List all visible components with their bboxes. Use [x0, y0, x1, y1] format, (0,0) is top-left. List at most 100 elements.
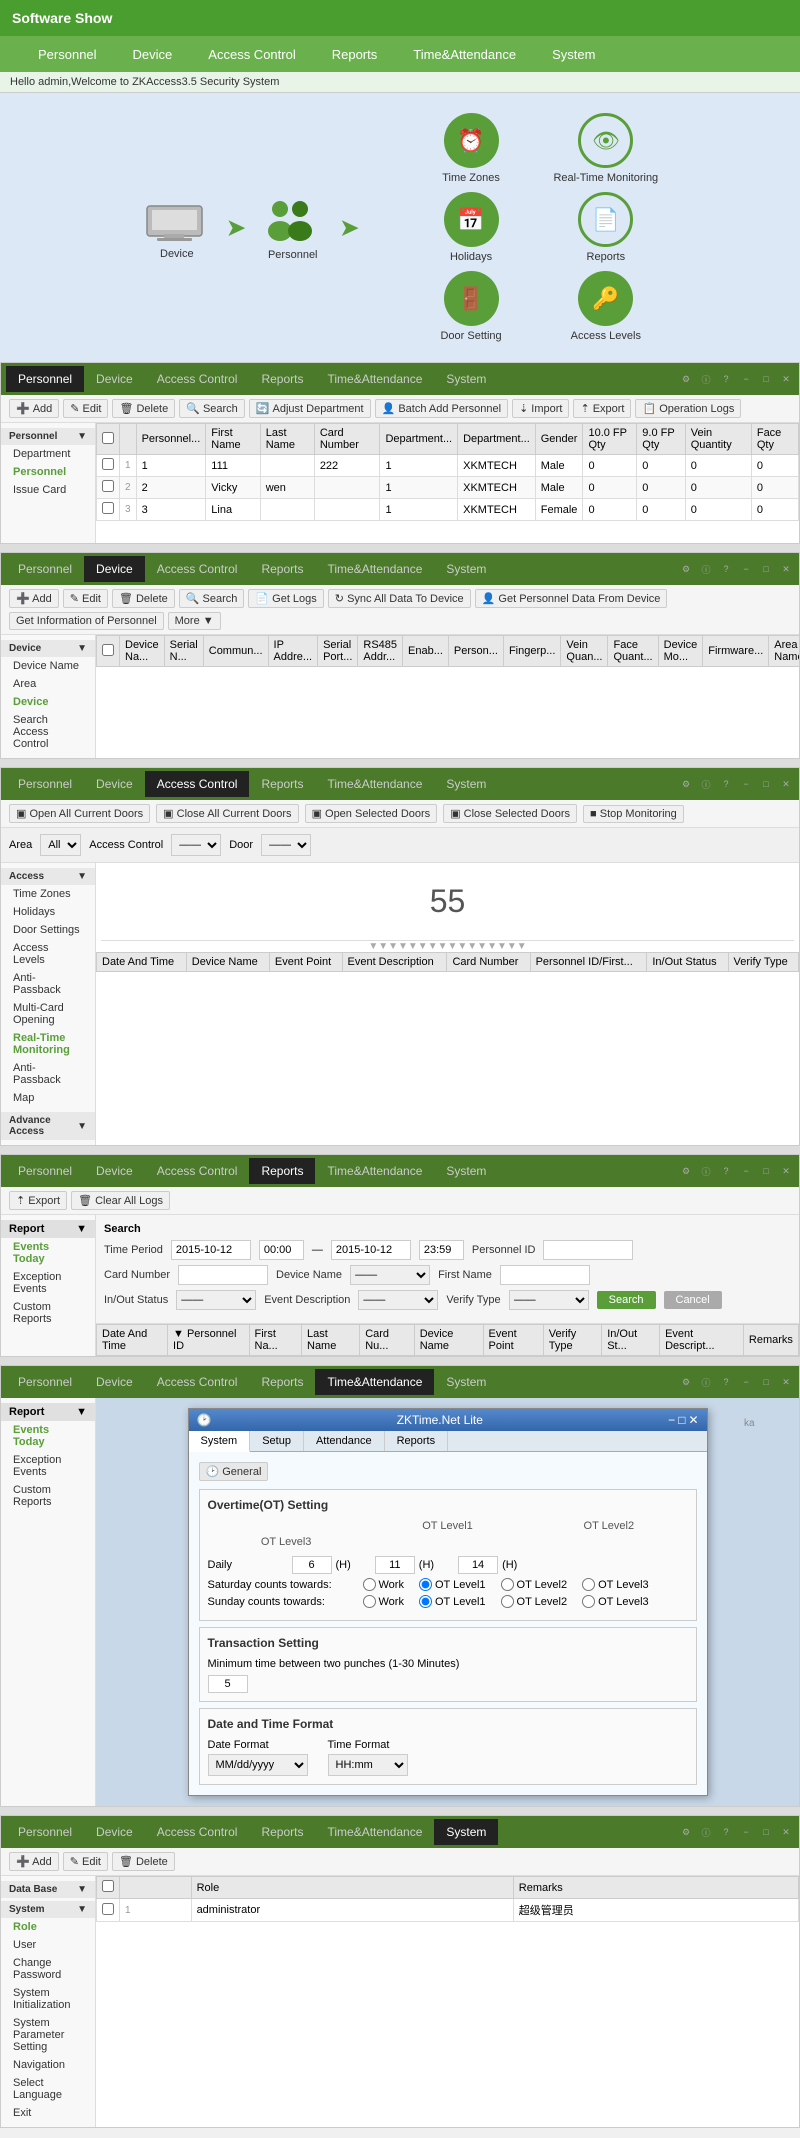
info-icon[interactable]: ⓘ [698, 1824, 714, 1840]
export-button[interactable]: ⇡ Export [573, 399, 631, 418]
col-area-name[interactable]: Area Name [769, 636, 799, 667]
sat-l2-option[interactable]: OT Level2 [501, 1578, 568, 1591]
get-info-button[interactable]: Get Information of Personnel [9, 612, 164, 630]
info-icon[interactable]: ⓘ [698, 776, 714, 792]
sun-l1-radio[interactable] [419, 1595, 432, 1608]
sync-all-button[interactable]: ↻ Sync All Data To Device [328, 589, 471, 608]
sidebar-report-section[interactable]: Report▼ [1, 1220, 95, 1238]
p5-tab-reports[interactable]: Reports [249, 1369, 315, 1395]
help-icon[interactable]: ? [718, 1163, 734, 1179]
popup-tab-reports[interactable]: Reports [385, 1431, 449, 1451]
popup-minimize[interactable]: − [668, 1413, 675, 1427]
more-button[interactable]: More ▼ [168, 612, 221, 630]
sidebar-item-exit[interactable]: Exit [1, 2104, 95, 2122]
col-event-desc[interactable]: Event Description [342, 953, 447, 972]
daily-l2-input[interactable] [375, 1556, 415, 1574]
p5-tab-ta[interactable]: Time&Attendance [315, 1369, 434, 1395]
popup-tab-setup[interactable]: Setup [250, 1431, 304, 1451]
p4-tab-personnel[interactable]: Personnel [6, 1158, 84, 1184]
col-remarks[interactable]: Remarks [743, 1325, 798, 1356]
sidebar-item-personnel[interactable]: Personnel [1, 463, 95, 481]
sidebar-advance-section[interactable]: Advance Access▼ [1, 1112, 95, 1140]
row-checkbox[interactable] [102, 480, 114, 492]
select-all-checkbox[interactable] [102, 644, 114, 656]
close-icon[interactable]: ✕ [778, 1163, 794, 1179]
p3-tab-access[interactable]: Access Control [145, 771, 250, 797]
minimize-icon[interactable]: − [738, 371, 754, 387]
p6-tab-personnel[interactable]: Personnel [6, 1819, 84, 1845]
close-icon[interactable]: ✕ [778, 1824, 794, 1840]
settings-icon[interactable]: ⚙ [678, 371, 694, 387]
help-icon[interactable]: ? [718, 1374, 734, 1390]
nav-personnel[interactable]: Personnel [20, 39, 115, 70]
sidebar-device-section[interactable]: Device▼ [1, 640, 95, 657]
col-event-desc[interactable]: Event Descript... [660, 1325, 744, 1356]
sidebar-item-events-today[interactable]: Events Today [1, 1238, 95, 1268]
sun-l3-option[interactable]: OT Level3 [582, 1595, 649, 1608]
col-device-name[interactable]: Device Name [186, 953, 269, 972]
sidebar-item-area[interactable]: Area [1, 675, 95, 693]
edit-button[interactable]: ✎ Edit [63, 589, 108, 608]
sidebar-item-navigation[interactable]: Navigation [1, 2056, 95, 2074]
minimize-icon[interactable]: − [738, 1374, 754, 1390]
nav-device[interactable]: Device [115, 39, 191, 70]
p4-tab-access[interactable]: Access Control [145, 1158, 250, 1184]
sidebar-item-door-settings[interactable]: Door Settings [1, 921, 95, 939]
col-inout[interactable]: In/Out Status [647, 953, 728, 972]
sidebar-item-anti-pb2[interactable]: Anti-Passback [1, 1059, 95, 1089]
to-date-input[interactable] [331, 1240, 411, 1260]
sat-l2-radio[interactable] [501, 1578, 514, 1591]
sidebar-item-real-time[interactable]: Real-Time Monitoring [1, 1029, 95, 1059]
col-face-q[interactable]: Face Quant... [608, 636, 658, 667]
p3-tab-personnel[interactable]: Personnel [6, 771, 84, 797]
col-verify-type[interactable]: Verify Type [728, 953, 798, 972]
minimize-icon[interactable]: − [738, 1824, 754, 1840]
add-button[interactable]: ➕ Add [9, 1852, 59, 1871]
sidebar-database-section[interactable]: Data Base▼ [1, 1881, 95, 1898]
row-checkbox[interactable] [102, 458, 114, 470]
col-ip[interactable]: IP Addre... [268, 636, 318, 667]
col-device-mo[interactable]: Device Mo... [658, 636, 703, 667]
p6-tab-access[interactable]: Access Control [145, 1819, 250, 1845]
col-vein-q[interactable]: Vein Quan... [561, 636, 608, 667]
sidebar-item-sys-param[interactable]: System Parameter Setting [1, 2014, 95, 2056]
help-icon[interactable]: ? [718, 371, 734, 387]
daily-l1-input[interactable] [292, 1556, 332, 1574]
select-all-checkbox[interactable] [102, 432, 114, 444]
col-last-name[interactable]: Last Name [302, 1325, 360, 1356]
p6-tab-system[interactable]: System [434, 1819, 498, 1845]
popup-maximize[interactable]: □ [678, 1413, 685, 1427]
maximize-icon[interactable]: □ [758, 1163, 774, 1179]
delete-button[interactable]: 🗑 Delete [112, 399, 175, 418]
nav-system[interactable]: System [534, 39, 613, 70]
sat-l3-radio[interactable] [582, 1578, 595, 1591]
sidebar-item-events-today2[interactable]: Events Today [1, 1421, 95, 1451]
col-device-name[interactable]: Device Na... [120, 636, 165, 667]
p1-tab-ta[interactable]: Time&Attendance [315, 366, 434, 392]
area-select[interactable]: All [40, 834, 81, 856]
nav-reports[interactable]: Reports [314, 39, 396, 70]
col-card-num[interactable]: Card Nu... [360, 1325, 415, 1356]
first-name-input[interactable] [500, 1265, 590, 1285]
get-personnel-button[interactable]: 👤 Get Personnel Data From Device [475, 589, 668, 608]
col-personnel-id[interactable]: ▼ Personnel ID [168, 1325, 249, 1356]
maximize-icon[interactable]: □ [758, 561, 774, 577]
sidebar-item-custom-reports[interactable]: Custom Reports [1, 1298, 95, 1328]
col-device-name[interactable]: Device Name [414, 1325, 483, 1356]
batch-add-button[interactable]: 👤 Batch Add Personnel [375, 399, 508, 418]
popup-tab-attendance[interactable]: Attendance [304, 1431, 385, 1451]
to-time-input[interactable] [419, 1240, 464, 1260]
edit-button[interactable]: ✎ Edit [63, 399, 108, 418]
table-row[interactable]: 1 1 111 222 1 XKMTECH Male 0 0 0 0 [97, 455, 799, 477]
maximize-icon[interactable]: □ [758, 1374, 774, 1390]
operation-logs-button[interactable]: 📋 Operation Logs [635, 399, 741, 418]
col-person[interactable]: Person... [448, 636, 503, 667]
settings-icon[interactable]: ⚙ [678, 776, 694, 792]
inout-select[interactable]: —— [176, 1290, 256, 1310]
sidebar-item-multi-card[interactable]: Multi-Card Opening [1, 999, 95, 1029]
p6-tab-ta[interactable]: Time&Attendance [315, 1819, 434, 1845]
p1-tab-device[interactable]: Device [84, 366, 145, 392]
col-personnel-id-first[interactable]: Personnel ID/First... [530, 953, 647, 972]
col-firmware[interactable]: Firmware... [703, 636, 769, 667]
col-personnel-id[interactable]: Personnel... [136, 424, 206, 455]
